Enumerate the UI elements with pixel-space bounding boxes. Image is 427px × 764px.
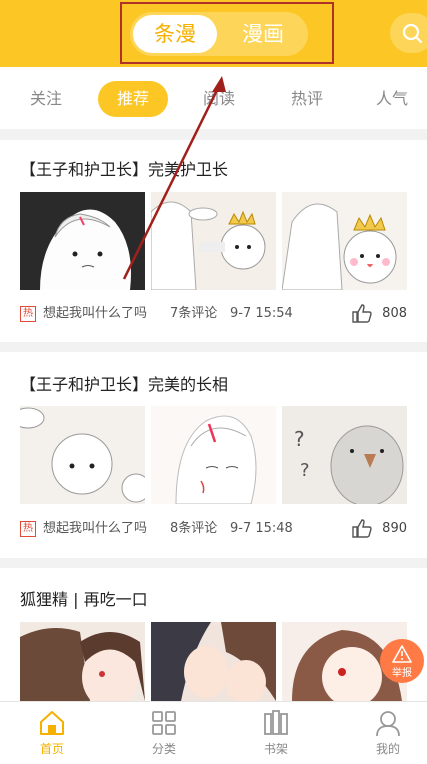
report-button[interactable]: 举报 [380,639,424,683]
home-icon [40,711,64,735]
user-icon [376,711,400,737]
tab-popular[interactable]: 人气 [372,81,412,117]
post-time: 9-7 15:54 [230,306,293,321]
like-button[interactable]: 808 [347,304,407,324]
category-tabs: 关注 推荐 阅读 热评 人气 [0,67,427,129]
thumbs-up-icon [352,304,372,323]
feed-card[interactable]: 狐狸精 | 再吃一口 [0,568,427,701]
search-button[interactable] [390,13,427,53]
thumbs-up-icon [352,519,372,538]
comic-thumbnail[interactable]: ? ? [282,406,407,504]
card-meta: 热 想起我叫什么了吗 7条评论 9-7 15:54 808 [20,304,407,324]
segment-tiaoman[interactable]: 条漫 [133,15,217,53]
card-title[interactable]: 【王子和护卫长】完美护卫长 [20,156,228,180]
nav-profile-label: 我的 [375,742,400,756]
nav-bookshelf[interactable]: 书架 [246,708,306,764]
comic-thumbnail[interactable] [151,622,276,701]
post-time: 9-7 15:48 [230,521,293,536]
like-count: 890 [382,521,407,536]
feed-card[interactable]: 【王子和护卫长】完美护卫长 热 想起我叫什么了吗 7条评论 9-7 15:54 … [0,140,427,342]
card-title[interactable]: 狐狸精 | 再吃一口 [20,586,148,610]
nav-bookshelf-label: 书架 [263,742,288,756]
nav-home[interactable]: 首页 [22,708,82,764]
card-title[interactable]: 【王子和护卫长】完美的长相 [20,371,228,395]
comment-count[interactable]: 7条评论 [170,304,217,324]
app-screen: 条漫 漫画 关注 推荐 阅读 热评 人气 【王子和护卫长】完美护卫长 热 想起我… [0,0,427,764]
svg-text:?: ? [300,460,310,481]
comic-thumbnail[interactable] [282,192,407,290]
nav-profile[interactable]: 我的 [358,708,418,764]
like-count: 808 [382,306,407,321]
author-name[interactable]: 想起我叫什么了吗 [43,304,147,324]
nav-home-label: 首页 [39,742,64,756]
card-meta: 热 想起我叫什么了吗 8条评论 9-7 15:48 890 [20,519,407,539]
bottom-nav: 首页 分类 书架 我的 [0,701,427,764]
thumbnail-row[interactable]: ? ? [20,406,407,504]
like-button[interactable]: 890 [347,519,407,539]
report-label: 举报 [392,668,412,679]
feed-card[interactable]: 【王子和护卫长】完美的长相 ? ? 热 想起我叫什么了吗 8条评论 9-7 15… [0,352,427,558]
warning-icon [392,645,412,663]
bookshelf-icon [264,710,288,735]
segment-manhua[interactable]: 漫画 [221,15,305,53]
tab-hot-comments[interactable]: 热评 [287,81,327,117]
hot-badge: 热 [20,521,36,537]
thumbnail-row[interactable] [20,192,407,290]
tab-recommend[interactable]: 推荐 [98,81,168,117]
top-header: 条漫 漫画 [0,0,427,67]
svg-text:?: ? [294,427,305,451]
tab-read[interactable]: 阅读 [199,81,239,117]
hot-badge: 热 [20,306,36,322]
grid-icon [152,711,176,735]
comic-thumbnail[interactable] [151,192,276,290]
search-icon [402,23,423,44]
nav-category[interactable]: 分类 [134,708,194,764]
segment-switch[interactable]: 条漫 漫画 [130,12,308,56]
comic-thumbnail[interactable] [20,622,145,701]
comment-count[interactable]: 8条评论 [170,519,217,539]
comic-thumbnail[interactable] [151,406,276,504]
comic-thumbnail[interactable] [20,192,145,290]
nav-category-label: 分类 [151,742,176,756]
author-name[interactable]: 想起我叫什么了吗 [43,519,147,539]
comic-thumbnail[interactable] [20,406,145,504]
thumbnail-row[interactable] [20,622,407,701]
tab-follow[interactable]: 关注 [26,81,66,117]
